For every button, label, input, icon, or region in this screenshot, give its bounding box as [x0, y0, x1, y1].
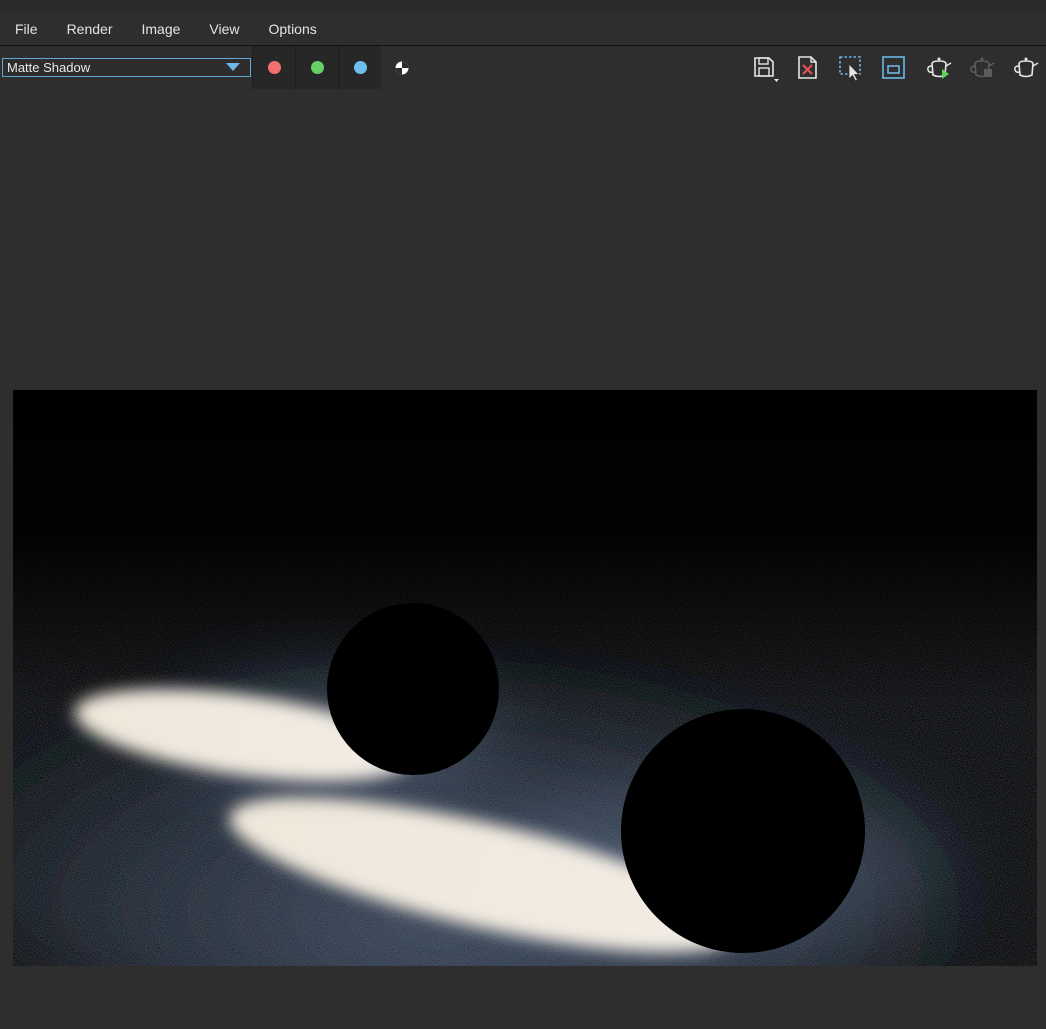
start-interactive-render-button[interactable]	[925, 54, 953, 82]
menu-image[interactable]: Image	[126, 14, 194, 45]
menu-render[interactable]: Render	[52, 14, 127, 45]
menu-options[interactable]: Options	[254, 14, 331, 45]
alpha-channel-icon	[395, 61, 409, 74]
clear-image-icon	[798, 56, 817, 79]
toolbar: Matte Shadow	[0, 46, 1046, 90]
render-element-value: Matte Shadow	[7, 60, 91, 75]
green-dot-icon	[310, 61, 324, 74]
start-interactive-render-icon	[927, 57, 952, 79]
rendered-image	[13, 390, 1037, 966]
render-viewport[interactable]	[0, 90, 1046, 1029]
track-mouse-button[interactable]	[880, 54, 908, 82]
menu-bar: File Render Image View Options	[0, 14, 1046, 46]
save-image-button[interactable]	[751, 54, 779, 82]
alpha-channel-button[interactable]	[381, 46, 423, 89]
green-channel-button[interactable]	[295, 46, 338, 89]
render-element-dropdown[interactable]: Matte Shadow	[2, 58, 251, 77]
red-channel-button[interactable]	[252, 46, 295, 89]
menu-file[interactable]: File	[0, 14, 52, 45]
stop-render-icon	[970, 57, 995, 78]
stop-render-button[interactable]	[968, 54, 996, 82]
red-dot-icon	[267, 61, 281, 74]
render-icon	[1014, 57, 1039, 78]
matte-shadow-render	[13, 390, 1037, 966]
chevron-down-icon[interactable]	[226, 63, 240, 71]
blue-channel-button[interactable]	[338, 46, 381, 89]
clear-image-button[interactable]	[794, 54, 822, 82]
menu-view[interactable]: View	[194, 14, 253, 45]
save-image-icon	[754, 57, 779, 82]
track-mouse-icon	[882, 56, 905, 79]
region-render-icon	[839, 56, 861, 82]
render-button[interactable]	[1012, 54, 1040, 82]
region-render-button[interactable]	[837, 54, 865, 82]
blue-dot-icon	[353, 61, 367, 74]
window-title-bar	[0, 0, 1046, 14]
